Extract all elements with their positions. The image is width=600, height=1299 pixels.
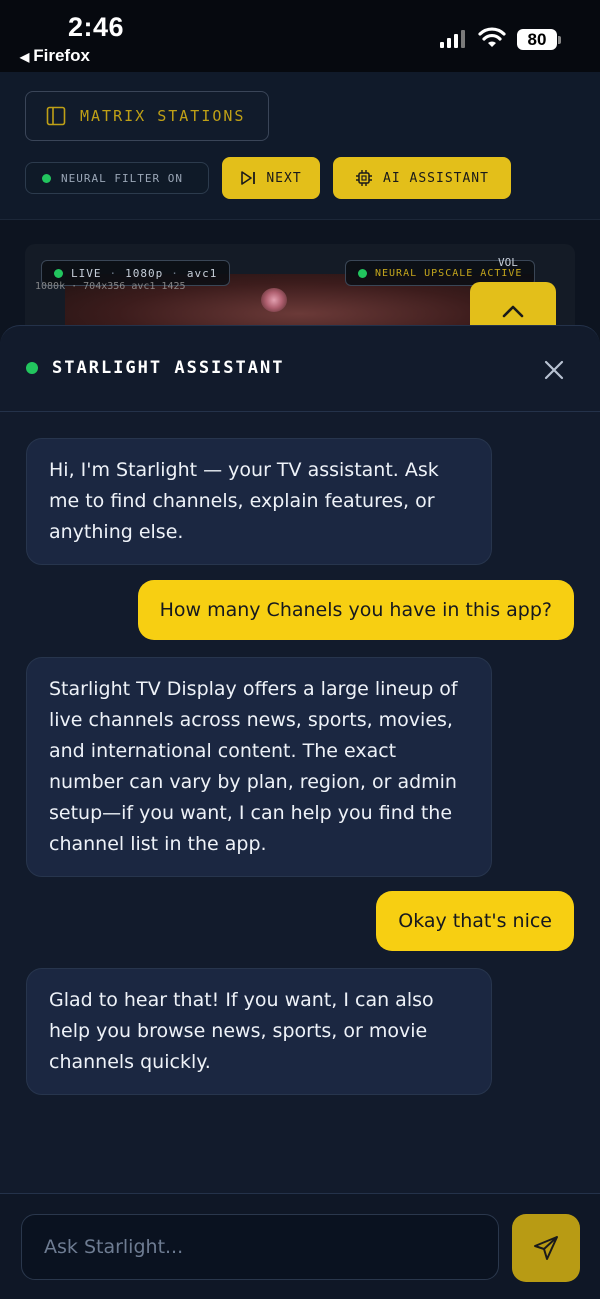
skip-next-icon — [241, 171, 256, 185]
separator: · — [171, 266, 179, 280]
live-label: LIVE — [71, 266, 102, 280]
resolution-label: 1080p — [125, 266, 164, 280]
ask-starlight-input[interactable] — [21, 1214, 499, 1280]
assistant-header: STARLIGHT ASSISTANT — [0, 326, 600, 412]
user-message: Okay that's nice — [376, 891, 574, 951]
assistant-message: Hi, I'm Starlight — your TV assistant. A… — [26, 438, 492, 565]
video-content-image — [261, 288, 287, 312]
assistant-title-label: STARLIGHT ASSISTANT — [52, 358, 285, 378]
ai-assistant-label: AI ASSISTANT — [383, 170, 489, 186]
next-button[interactable]: NEXT — [222, 157, 320, 199]
send-button[interactable] — [512, 1214, 580, 1282]
wifi-icon — [478, 27, 506, 47]
back-app-label: Firefox — [33, 46, 90, 65]
upscale-dot-icon — [358, 268, 367, 278]
online-dot-icon — [26, 362, 38, 374]
assistant-title: STARLIGHT ASSISTANT — [26, 358, 284, 378]
live-dot-icon — [54, 268, 63, 278]
matrix-stations-button[interactable]: MATRIX STATIONS — [25, 91, 269, 141]
neural-filter-status: NEURAL FILTER ON — [25, 162, 209, 194]
volume-label: VOL — [498, 256, 518, 269]
ai-assistant-button[interactable]: AI ASSISTANT — [333, 157, 511, 199]
user-message: How many Chanels you have in this app? — [137, 580, 574, 640]
send-icon — [534, 1236, 558, 1260]
status-bar: 2:46 ◀ Firefox 80 — [0, 0, 600, 72]
status-time: 2:46 — [68, 12, 125, 42]
assistant-panel: STARLIGHT ASSISTANT Hi, I'm Starlight — … — [0, 325, 600, 1299]
sidebar-icon — [46, 106, 66, 126]
close-icon[interactable] — [540, 356, 568, 384]
status-dot-icon — [42, 173, 51, 183]
cpu-chip-icon — [356, 170, 373, 186]
chevron-up-icon — [502, 305, 524, 318]
separator: · — [109, 266, 118, 280]
codec-label: avc1 — [186, 266, 218, 280]
battery-indicator: 80 — [517, 29, 561, 50]
message-composer — [0, 1193, 600, 1299]
matrix-stations-label: MATRIX STATIONS — [80, 107, 246, 125]
back-triangle-icon: ◀ — [20, 50, 30, 64]
cellular-signal-icon — [440, 30, 465, 48]
upscale-label: NEURAL UPSCALE ACTIVE — [375, 267, 523, 279]
assistant-message: Glad to hear that! If you want, I can al… — [26, 968, 492, 1095]
back-to-app-link[interactable]: ◀ Firefox — [20, 46, 90, 66]
assistant-message: Starlight TV Display offers a large line… — [26, 657, 492, 877]
next-label: NEXT — [266, 170, 302, 186]
neural-filter-label: NEURAL FILTER ON — [61, 171, 183, 185]
codec-detail: 1080k · 704x356 avc1 1425 — [35, 281, 186, 292]
